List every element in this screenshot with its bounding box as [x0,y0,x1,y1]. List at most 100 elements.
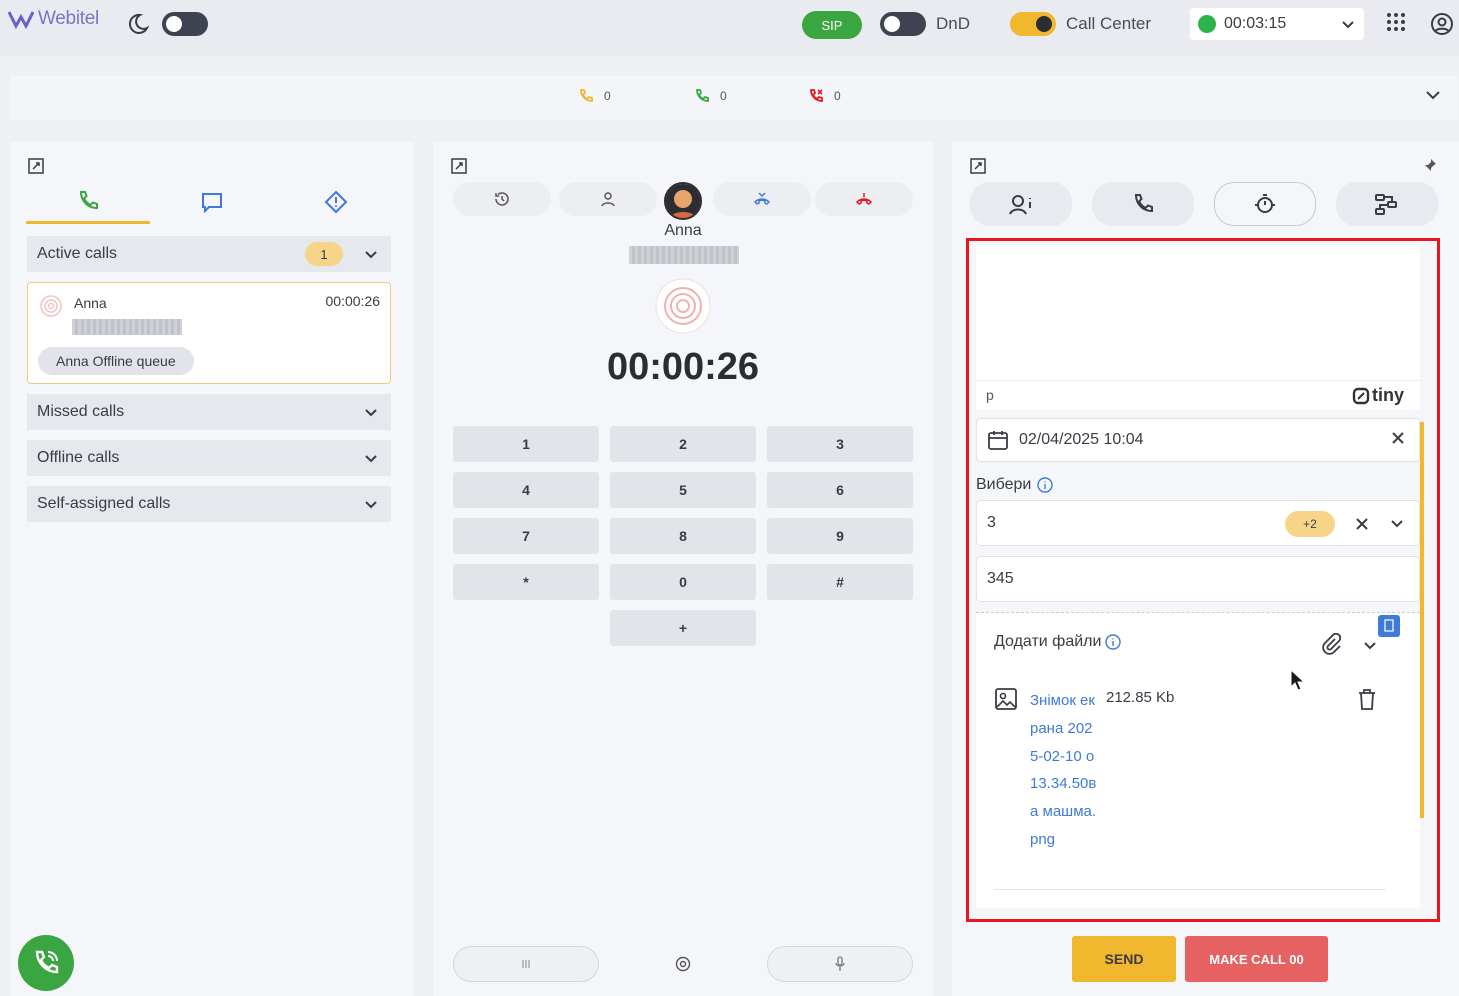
form-tabs [970,182,1440,226]
dial-key-2[interactable]: 2 [610,426,756,462]
tab-client-info[interactable] [970,182,1072,226]
calls-tabs [26,180,398,224]
dialer-panel: Anna 380930970782 00:00:26 1 2 3 4 5 6 7… [433,142,933,996]
mute-button[interactable] [767,946,913,982]
trash-icon[interactable] [1356,687,1378,711]
caller-number: 380930970782 [629,246,739,264]
client-info-icon [1009,195,1031,215]
dial-key-0[interactable]: 0 [610,564,756,600]
chevron-down-icon [363,496,379,512]
expand-icon[interactable] [451,158,467,174]
chevron-down-icon[interactable] [1362,637,1378,653]
incoming-call-icon [580,89,593,102]
active-calls-section[interactable]: Active calls 1 [27,236,391,272]
night-mode-icon[interactable] [126,12,150,36]
dial-key-5[interactable]: 5 [610,472,756,508]
agent-status-select[interactable]: 00:03:15 [1190,8,1364,40]
attachment-link[interactable]: Знімок екрана 2025-02-10 о 13.34.50ва ма… [1030,687,1100,854]
missed-call-icon [810,89,823,102]
paperclip-icon[interactable] [1320,633,1342,655]
make-call-button[interactable]: MAKE CALL 00 [1185,936,1328,982]
tab-chats[interactable] [150,180,274,224]
editor-statusbar: p tiny [976,380,1420,410]
record-icon [675,956,691,972]
call-counters-bar: 0 0 0 [10,76,1458,120]
dial-key-9[interactable]: 9 [767,518,913,554]
hangup-button[interactable] [815,182,913,216]
datetime-field[interactable]: 02/04/2025 10:04 [976,418,1420,462]
info-icon [1105,634,1122,650]
timer-icon [1255,194,1275,213]
floating-call-button[interactable] [18,935,74,991]
record-button[interactable] [610,946,756,982]
contact-button[interactable] [559,182,657,216]
phone-icon [1134,194,1153,213]
phone-icon [79,190,98,209]
microphone-icon [835,956,845,971]
flow-icon [1375,194,1397,215]
multi-select-field[interactable]: 3 +2 [976,500,1420,546]
dial-key-plus[interactable]: + [610,610,756,646]
app-logo: Webitel [8,8,99,30]
mouse-cursor-icon [1290,669,1306,691]
accepted-counter: 0 [694,88,727,104]
offline-calls-section[interactable]: Offline calls [27,440,391,476]
dnd-toggle[interactable] [880,12,926,36]
dial-key-4[interactable]: 4 [453,472,599,508]
dial-key-7[interactable]: 7 [453,518,599,554]
chevron-down-icon[interactable] [1389,515,1405,531]
more-selected-badge: +2 [1285,511,1335,537]
self-assigned-calls-section[interactable]: Self-assigned calls [27,486,391,522]
tab-flow[interactable] [1336,182,1438,226]
history-button[interactable] [453,182,551,216]
accepted-call-icon [696,89,709,102]
tiny-brand[interactable]: tiny [1352,385,1404,406]
status-dot [1198,15,1216,33]
document-icon[interactable] [1378,615,1400,637]
expand-icon[interactable] [28,158,44,174]
call-center-label: Call Center [1066,14,1152,33]
dial-key-8[interactable]: 8 [610,518,756,554]
calls-panel: Active calls 1 Anna 00:00:26 38093097078… [10,142,414,996]
chevron-down-icon [363,404,379,420]
clear-date-icon[interactable] [1391,431,1405,445]
rich-text-editor[interactable]: p tiny [976,246,1420,410]
send-button[interactable]: SEND [1072,936,1176,982]
expand-icon[interactable] [970,158,986,174]
status-timer: 00:03:15 [1224,15,1287,32]
dial-key-hash[interactable]: # [767,564,913,600]
chevron-down-icon [363,450,379,466]
tab-calls[interactable] [26,180,150,224]
theme-toggle[interactable] [162,12,208,36]
form-panel: p tiny 02/04/2025 10:04 Вибери 3 +2 345 [952,142,1459,996]
tab-call-info[interactable] [1092,182,1194,226]
call-timer: 00:00:26 [606,346,760,388]
transfer-button[interactable] [713,182,811,216]
tab-processing[interactable] [1214,182,1316,226]
active-call-card[interactable]: Anna 00:00:26 380930970782 Anna Offline … [27,282,391,384]
pause-icon [522,960,530,968]
hold-button[interactable] [453,946,599,982]
dial-key-6[interactable]: 6 [767,472,913,508]
user-account-icon[interactable] [1430,12,1454,36]
hangup-icon [855,193,873,205]
dial-key-star[interactable]: * [453,564,599,600]
collapse-chevron-icon[interactable] [1424,86,1442,104]
image-file-icon [994,687,1018,711]
phone-icon [35,950,59,974]
tab-alerts[interactable] [274,180,398,224]
transfer-call-icon [753,192,771,205]
dial-key-1[interactable]: 1 [453,426,599,462]
missed-calls-section[interactable]: Missed calls [27,394,391,430]
call-center-toggle[interactable] [1010,12,1056,36]
scrollbar[interactable] [1420,422,1424,818]
chat-icon [202,193,222,214]
attachments-label: Додати файли [994,633,1122,651]
text-field[interactable]: 345 [976,556,1420,602]
info-icon [1037,477,1054,493]
apps-grid-icon[interactable] [1386,12,1406,32]
clear-select-icon[interactable] [1355,517,1369,531]
caller-number: 380930970782 [72,319,182,335]
pin-icon[interactable] [1423,158,1437,172]
dial-key-3[interactable]: 3 [767,426,913,462]
